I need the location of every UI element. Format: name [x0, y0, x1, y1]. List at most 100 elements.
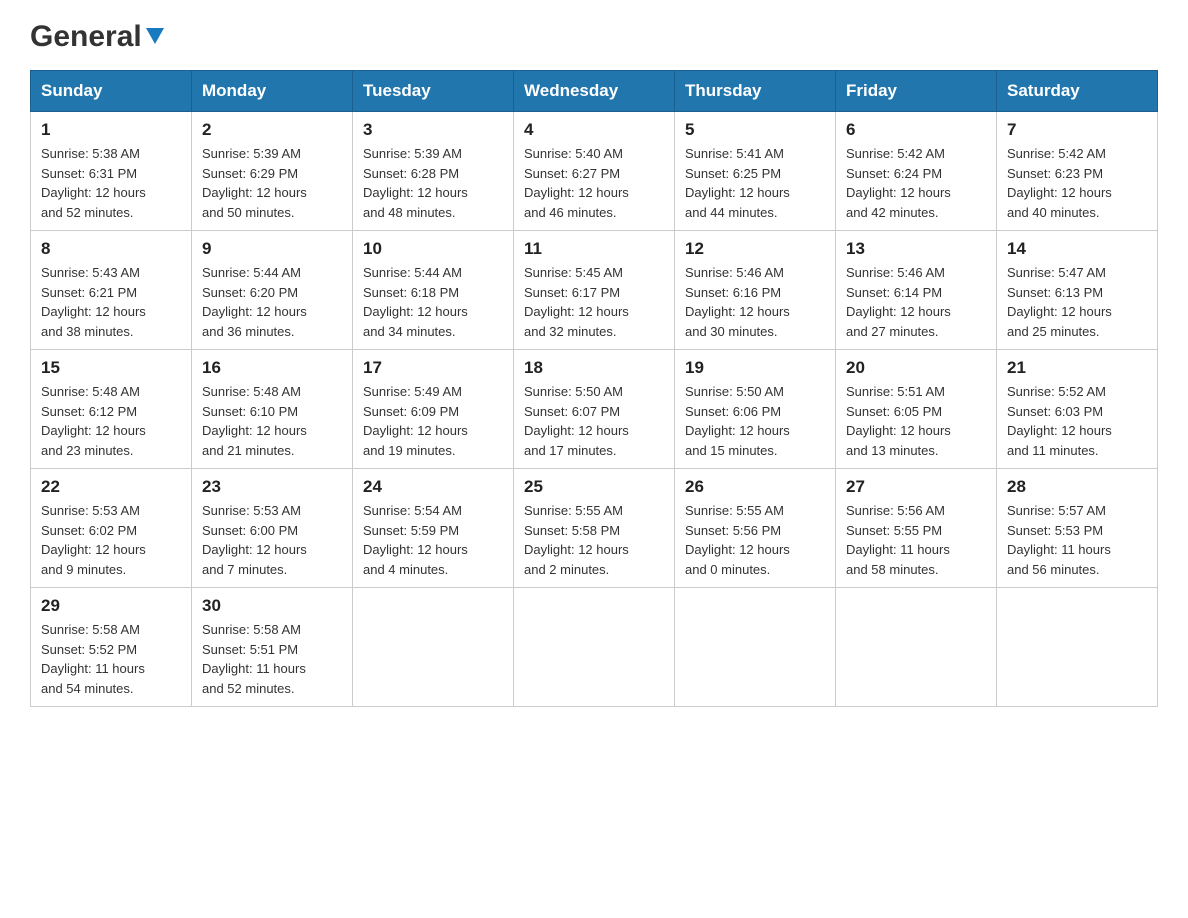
calendar-cell: 16 Sunrise: 5:48 AMSunset: 6:10 PMDaylig… [192, 350, 353, 469]
day-info: Sunrise: 5:44 AMSunset: 6:20 PMDaylight:… [202, 263, 342, 341]
day-number: 29 [41, 596, 181, 616]
day-info: Sunrise: 5:39 AMSunset: 6:28 PMDaylight:… [363, 144, 503, 222]
calendar-week-row: 8 Sunrise: 5:43 AMSunset: 6:21 PMDayligh… [31, 231, 1158, 350]
day-number: 9 [202, 239, 342, 259]
day-number: 27 [846, 477, 986, 497]
calendar-cell: 8 Sunrise: 5:43 AMSunset: 6:21 PMDayligh… [31, 231, 192, 350]
day-number: 23 [202, 477, 342, 497]
day-number: 25 [524, 477, 664, 497]
day-info: Sunrise: 5:47 AMSunset: 6:13 PMDaylight:… [1007, 263, 1147, 341]
day-number: 16 [202, 358, 342, 378]
day-info: Sunrise: 5:41 AMSunset: 6:25 PMDaylight:… [685, 144, 825, 222]
calendar-cell: 14 Sunrise: 5:47 AMSunset: 6:13 PMDaylig… [997, 231, 1158, 350]
day-info: Sunrise: 5:52 AMSunset: 6:03 PMDaylight:… [1007, 382, 1147, 460]
day-info: Sunrise: 5:40 AMSunset: 6:27 PMDaylight:… [524, 144, 664, 222]
day-info: Sunrise: 5:51 AMSunset: 6:05 PMDaylight:… [846, 382, 986, 460]
calendar-cell: 24 Sunrise: 5:54 AMSunset: 5:59 PMDaylig… [353, 469, 514, 588]
calendar-cell [353, 588, 514, 707]
calendar-cell [836, 588, 997, 707]
day-info: Sunrise: 5:50 AMSunset: 6:07 PMDaylight:… [524, 382, 664, 460]
day-info: Sunrise: 5:44 AMSunset: 6:18 PMDaylight:… [363, 263, 503, 341]
calendar-cell: 13 Sunrise: 5:46 AMSunset: 6:14 PMDaylig… [836, 231, 997, 350]
day-info: Sunrise: 5:46 AMSunset: 6:14 PMDaylight:… [846, 263, 986, 341]
logo: General [30, 20, 166, 50]
day-number: 22 [41, 477, 181, 497]
day-number: 5 [685, 120, 825, 140]
day-info: Sunrise: 5:39 AMSunset: 6:29 PMDaylight:… [202, 144, 342, 222]
calendar-cell: 25 Sunrise: 5:55 AMSunset: 5:58 PMDaylig… [514, 469, 675, 588]
calendar-cell: 5 Sunrise: 5:41 AMSunset: 6:25 PMDayligh… [675, 112, 836, 231]
day-info: Sunrise: 5:49 AMSunset: 6:09 PMDaylight:… [363, 382, 503, 460]
weekday-header-sunday: Sunday [31, 71, 192, 112]
day-info: Sunrise: 5:45 AMSunset: 6:17 PMDaylight:… [524, 263, 664, 341]
logo-arrow-icon [144, 24, 166, 46]
day-number: 12 [685, 239, 825, 259]
calendar-cell: 4 Sunrise: 5:40 AMSunset: 6:27 PMDayligh… [514, 112, 675, 231]
weekday-header-wednesday: Wednesday [514, 71, 675, 112]
day-number: 14 [1007, 239, 1147, 259]
day-info: Sunrise: 5:54 AMSunset: 5:59 PMDaylight:… [363, 501, 503, 579]
calendar-cell: 2 Sunrise: 5:39 AMSunset: 6:29 PMDayligh… [192, 112, 353, 231]
calendar-cell: 18 Sunrise: 5:50 AMSunset: 6:07 PMDaylig… [514, 350, 675, 469]
calendar-cell: 20 Sunrise: 5:51 AMSunset: 6:05 PMDaylig… [836, 350, 997, 469]
day-number: 28 [1007, 477, 1147, 497]
day-number: 30 [202, 596, 342, 616]
calendar-cell: 23 Sunrise: 5:53 AMSunset: 6:00 PMDaylig… [192, 469, 353, 588]
day-info: Sunrise: 5:50 AMSunset: 6:06 PMDaylight:… [685, 382, 825, 460]
day-info: Sunrise: 5:55 AMSunset: 5:58 PMDaylight:… [524, 501, 664, 579]
calendar-cell: 9 Sunrise: 5:44 AMSunset: 6:20 PMDayligh… [192, 231, 353, 350]
day-info: Sunrise: 5:53 AMSunset: 6:02 PMDaylight:… [41, 501, 181, 579]
day-info: Sunrise: 5:58 AMSunset: 5:52 PMDaylight:… [41, 620, 181, 698]
calendar-cell: 22 Sunrise: 5:53 AMSunset: 6:02 PMDaylig… [31, 469, 192, 588]
calendar-week-row: 29 Sunrise: 5:58 AMSunset: 5:52 PMDaylig… [31, 588, 1158, 707]
day-number: 6 [846, 120, 986, 140]
day-info: Sunrise: 5:43 AMSunset: 6:21 PMDaylight:… [41, 263, 181, 341]
weekday-header-tuesday: Tuesday [353, 71, 514, 112]
day-info: Sunrise: 5:53 AMSunset: 6:00 PMDaylight:… [202, 501, 342, 579]
calendar-cell: 12 Sunrise: 5:46 AMSunset: 6:16 PMDaylig… [675, 231, 836, 350]
day-number: 4 [524, 120, 664, 140]
day-info: Sunrise: 5:58 AMSunset: 5:51 PMDaylight:… [202, 620, 342, 698]
day-number: 2 [202, 120, 342, 140]
calendar-cell: 6 Sunrise: 5:42 AMSunset: 6:24 PMDayligh… [836, 112, 997, 231]
day-info: Sunrise: 5:57 AMSunset: 5:53 PMDaylight:… [1007, 501, 1147, 579]
weekday-header-friday: Friday [836, 71, 997, 112]
calendar-week-row: 15 Sunrise: 5:48 AMSunset: 6:12 PMDaylig… [31, 350, 1158, 469]
weekday-header-row: SundayMondayTuesdayWednesdayThursdayFrid… [31, 71, 1158, 112]
day-info: Sunrise: 5:48 AMSunset: 6:10 PMDaylight:… [202, 382, 342, 460]
day-info: Sunrise: 5:46 AMSunset: 6:16 PMDaylight:… [685, 263, 825, 341]
calendar-cell: 7 Sunrise: 5:42 AMSunset: 6:23 PMDayligh… [997, 112, 1158, 231]
page-header: General [30, 20, 1158, 50]
calendar-cell: 17 Sunrise: 5:49 AMSunset: 6:09 PMDaylig… [353, 350, 514, 469]
day-number: 19 [685, 358, 825, 378]
weekday-header-monday: Monday [192, 71, 353, 112]
weekday-header-saturday: Saturday [997, 71, 1158, 112]
day-info: Sunrise: 5:56 AMSunset: 5:55 PMDaylight:… [846, 501, 986, 579]
calendar-cell [675, 588, 836, 707]
day-number: 15 [41, 358, 181, 378]
day-number: 26 [685, 477, 825, 497]
day-number: 21 [1007, 358, 1147, 378]
calendar-cell: 19 Sunrise: 5:50 AMSunset: 6:06 PMDaylig… [675, 350, 836, 469]
calendar-cell [997, 588, 1158, 707]
calendar-cell: 28 Sunrise: 5:57 AMSunset: 5:53 PMDaylig… [997, 469, 1158, 588]
weekday-header-thursday: Thursday [675, 71, 836, 112]
day-number: 10 [363, 239, 503, 259]
calendar-cell: 26 Sunrise: 5:55 AMSunset: 5:56 PMDaylig… [675, 469, 836, 588]
day-number: 13 [846, 239, 986, 259]
calendar-cell: 21 Sunrise: 5:52 AMSunset: 6:03 PMDaylig… [997, 350, 1158, 469]
day-number: 20 [846, 358, 986, 378]
day-number: 1 [41, 120, 181, 140]
day-number: 24 [363, 477, 503, 497]
day-info: Sunrise: 5:38 AMSunset: 6:31 PMDaylight:… [41, 144, 181, 222]
calendar-cell: 1 Sunrise: 5:38 AMSunset: 6:31 PMDayligh… [31, 112, 192, 231]
day-number: 7 [1007, 120, 1147, 140]
calendar-table: SundayMondayTuesdayWednesdayThursdayFrid… [30, 70, 1158, 707]
calendar-cell: 10 Sunrise: 5:44 AMSunset: 6:18 PMDaylig… [353, 231, 514, 350]
day-number: 3 [363, 120, 503, 140]
calendar-cell: 27 Sunrise: 5:56 AMSunset: 5:55 PMDaylig… [836, 469, 997, 588]
day-number: 18 [524, 358, 664, 378]
day-number: 11 [524, 239, 664, 259]
calendar-cell: 11 Sunrise: 5:45 AMSunset: 6:17 PMDaylig… [514, 231, 675, 350]
day-info: Sunrise: 5:55 AMSunset: 5:56 PMDaylight:… [685, 501, 825, 579]
